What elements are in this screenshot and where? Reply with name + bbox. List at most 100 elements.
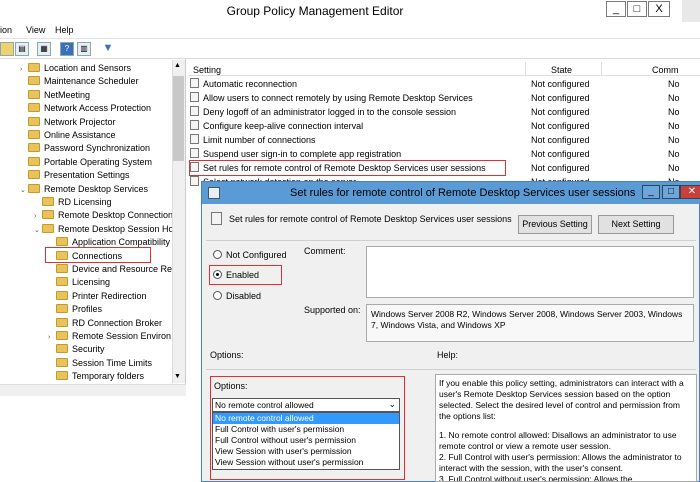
column-setting[interactable]: Setting bbox=[193, 65, 221, 75]
list-header bbox=[188, 61, 700, 76]
column-state[interactable]: State bbox=[551, 65, 572, 75]
tree-node[interactable]: Security bbox=[48, 343, 105, 356]
list-row[interactable]: Automatic reconnection Not configured No bbox=[190, 77, 700, 91]
expander-icon[interactable]: › bbox=[34, 210, 42, 223]
column-divider bbox=[601, 62, 602, 75]
tree-node-label: Online Assistance bbox=[44, 130, 116, 140]
tree-node[interactable]: Profiles bbox=[48, 303, 102, 316]
supported-on-label: Supported on: bbox=[304, 305, 361, 315]
radio-disabled-label: Disabled bbox=[226, 291, 262, 301]
help-item: 1. No remote control allowed: Disallows … bbox=[439, 430, 677, 451]
tree-node-label: Remote Desktop Services bbox=[44, 183, 149, 194]
policy-icon bbox=[208, 187, 220, 199]
expander-icon[interactable]: › bbox=[20, 63, 28, 76]
tree-node-label: Session Time Limits bbox=[72, 357, 153, 368]
tree-node-label: Remote Desktop Session Hos bbox=[58, 223, 179, 234]
export-icon[interactable]: ▦ bbox=[37, 42, 51, 56]
dropdown-option[interactable]: Full Control without user's permission bbox=[213, 435, 399, 446]
tree-node[interactable]: ⌄ Remote Desktop Session Hos bbox=[34, 223, 178, 236]
minimize-button[interactable]: _ bbox=[606, 1, 626, 17]
next-setting-button[interactable]: Next Setting bbox=[598, 215, 674, 234]
setting-state: Not configured bbox=[531, 107, 590, 117]
tree-node[interactable]: Password Synchronization bbox=[20, 142, 150, 155]
tree-node-label: Location and Sensors bbox=[44, 63, 132, 73]
column-comment[interactable]: Comm bbox=[652, 65, 679, 75]
previous-setting-button[interactable]: Previous Setting bbox=[518, 215, 592, 234]
tree-node[interactable]: Temporary folders bbox=[48, 370, 144, 383]
tree-node-label: Device and Resource Red bbox=[72, 264, 178, 274]
policy-icon bbox=[190, 148, 199, 158]
comment-field[interactable] bbox=[366, 246, 694, 298]
dialog-maximize-button[interactable]: □ bbox=[662, 185, 680, 199]
properties-icon[interactable]: ▥ bbox=[77, 42, 91, 56]
folder-icon bbox=[42, 210, 54, 220]
radio-circle[interactable] bbox=[213, 291, 222, 300]
selected-option: No remote control allowed bbox=[215, 400, 314, 410]
dropdown-option[interactable]: View Session without user's permission bbox=[213, 457, 399, 468]
folder-icon bbox=[56, 264, 68, 273]
list-row[interactable]: Suspend user sign-in to complete app reg… bbox=[190, 147, 700, 161]
setting-state: Not configured bbox=[531, 121, 590, 131]
enabled-highlight bbox=[209, 265, 282, 285]
folder-icon bbox=[56, 357, 68, 367]
radio-not-configured[interactable]: Not Configured bbox=[213, 250, 287, 260]
dropdown-option[interactable]: Full Control with user's permission bbox=[213, 424, 399, 435]
scroll-up-icon[interactable]: ▲ bbox=[174, 62, 181, 69]
setting-comment: No bbox=[668, 149, 680, 159]
list-row[interactable]: Configure keep-alive connection interval… bbox=[190, 119, 700, 133]
menu-action[interactable]: ion bbox=[0, 25, 12, 35]
chevron-down-icon[interactable]: ⌄ bbox=[388, 399, 396, 410]
tree-hscroll[interactable] bbox=[0, 384, 186, 396]
tree-node[interactable]: Online Assistance bbox=[20, 129, 116, 142]
help-icon[interactable]: ? bbox=[60, 42, 74, 56]
expander-icon[interactable]: › bbox=[48, 331, 56, 344]
list-row[interactable]: Limit number of connections Not configure… bbox=[190, 133, 700, 147]
tree-node[interactable]: Portable Operating System bbox=[20, 156, 152, 169]
tree-node[interactable]: RD Licensing bbox=[34, 196, 112, 209]
tree-node[interactable]: › Location and Sensors bbox=[20, 62, 131, 75]
list-row[interactable]: Allow users to connect remotely by using… bbox=[190, 91, 700, 105]
options-label: Options: bbox=[214, 381, 248, 391]
dialog-heading: Set rules for remote control of Remote D… bbox=[229, 214, 512, 224]
dialog-close-button[interactable]: ✕ bbox=[680, 185, 700, 199]
tree-node[interactable]: Printer Redirection bbox=[48, 290, 147, 303]
tree-node[interactable]: Network Access Protection bbox=[20, 102, 151, 115]
setting-comment: No bbox=[668, 135, 680, 145]
show-hide-icon[interactable] bbox=[0, 42, 14, 56]
window-title: Group Policy Management Editor bbox=[226, 4, 404, 18]
scroll-down-icon[interactable]: ▼ bbox=[174, 373, 181, 380]
radio-circle[interactable] bbox=[213, 250, 222, 259]
setting-comment: No bbox=[668, 107, 680, 117]
list-view-icon[interactable]: ▤ bbox=[15, 42, 29, 56]
expander-icon[interactable]: ⌄ bbox=[34, 224, 42, 237]
menu-view[interactable]: View bbox=[26, 25, 45, 35]
list-row[interactable]: Deny logoff of an administrator logged i… bbox=[190, 105, 700, 119]
tree-node[interactable]: Network Projector bbox=[20, 116, 116, 129]
menu-help[interactable]: Help bbox=[55, 25, 74, 35]
tree-node[interactable]: Presentation Settings bbox=[20, 169, 130, 182]
tree-node[interactable]: ⌄ Remote Desktop Services bbox=[20, 183, 148, 196]
close-button[interactable]: X bbox=[648, 1, 670, 17]
setting-name: Automatic reconnection bbox=[203, 79, 298, 89]
tree-node[interactable]: NetMeeting bbox=[20, 89, 90, 102]
folder-icon bbox=[28, 103, 40, 113]
supported-on-text: Windows Server 2008 R2, Windows Server 2… bbox=[366, 304, 694, 342]
tree-node[interactable]: RD Connection Broker bbox=[48, 317, 162, 330]
dialog-minimize-button[interactable]: _ bbox=[642, 185, 660, 199]
dropdown-option[interactable]: No remote control allowed bbox=[213, 413, 399, 424]
setting-comment: No bbox=[668, 163, 680, 173]
radio-disabled[interactable]: Disabled bbox=[213, 291, 261, 301]
filter-icon[interactable]: ▼ bbox=[101, 42, 115, 56]
tree-node[interactable]: › Remote Session Environ bbox=[48, 330, 171, 343]
remote-control-select[interactable]: No remote control allowed ⌄ bbox=[212, 398, 400, 412]
tree-node[interactable]: › Remote Desktop Connection bbox=[34, 209, 173, 222]
expander-icon[interactable]: ⌄ bbox=[20, 184, 28, 197]
tree-node[interactable]: Maintenance Scheduler bbox=[20, 75, 139, 88]
tree-node[interactable]: Session Time Limits bbox=[48, 357, 152, 370]
policy-icon bbox=[190, 106, 199, 116]
tree-node[interactable]: Licensing bbox=[48, 276, 110, 289]
tree-node[interactable]: Device and Resource Red bbox=[48, 263, 177, 276]
tree-scroll-thumb[interactable] bbox=[173, 76, 184, 161]
maximize-button[interactable]: □ bbox=[627, 1, 647, 17]
dropdown-option[interactable]: View Session with user's permission bbox=[213, 446, 399, 457]
